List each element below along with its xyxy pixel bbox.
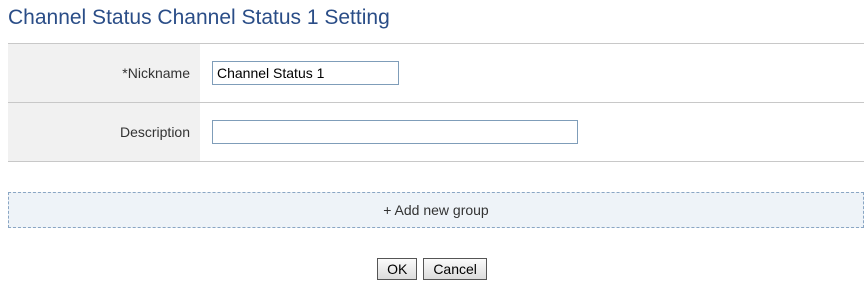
- page-title: Channel Status Channel Status 1 Setting: [8, 6, 390, 29]
- description-row: Description: [8, 103, 864, 162]
- description-input[interactable]: [212, 120, 578, 144]
- ok-button[interactable]: OK: [377, 258, 418, 280]
- add-new-group-button[interactable]: + Add new group: [8, 192, 864, 228]
- nickname-label: *Nickname: [8, 44, 200, 102]
- nickname-input[interactable]: [212, 61, 399, 85]
- settings-form: *Nickname Description: [8, 43, 864, 162]
- description-cell: [200, 103, 864, 161]
- nickname-cell: [200, 44, 864, 102]
- nickname-row: *Nickname: [8, 44, 864, 103]
- cancel-button[interactable]: Cancel: [423, 258, 487, 280]
- action-buttons: OK Cancel: [0, 258, 864, 280]
- description-label: Description: [8, 103, 200, 161]
